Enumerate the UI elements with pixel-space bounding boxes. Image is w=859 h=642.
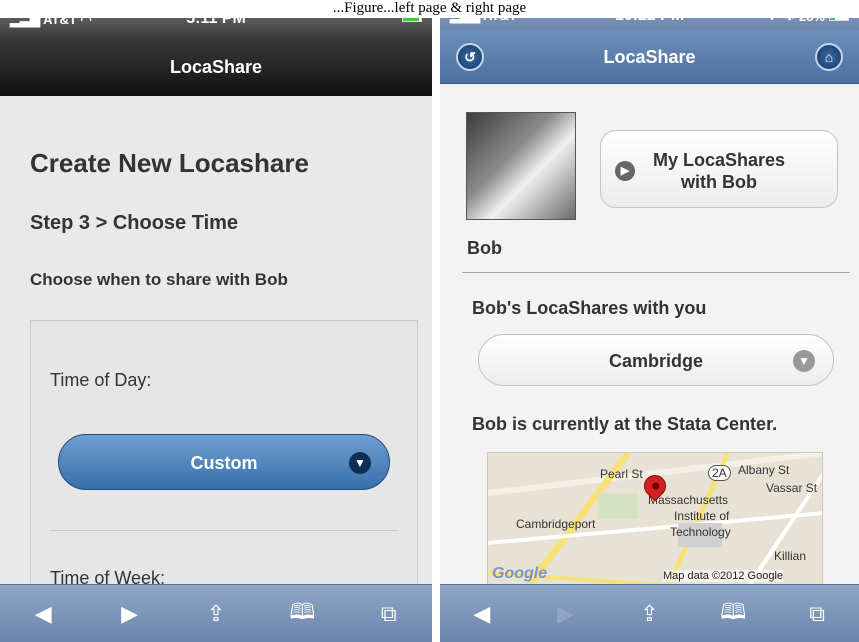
map-copyright: Map data ©2012 Google xyxy=(663,570,784,582)
map-place-label: Technology xyxy=(670,525,731,539)
contact-name: Bob xyxy=(467,238,502,258)
gutter xyxy=(432,0,440,642)
back-icon[interactable]: ◀ xyxy=(23,601,63,627)
share-icon[interactable]: ⇪ xyxy=(629,601,669,627)
time-of-day-value: Custom xyxy=(190,453,258,473)
back-icon[interactable]: ↺ xyxy=(456,43,484,71)
nav-header: LocaShare xyxy=(0,38,432,96)
nav-title: LocaShare xyxy=(169,57,263,77)
map-place-label: Killian xyxy=(774,549,807,563)
divider xyxy=(462,272,850,273)
instruction-text: Choose when to share with Bob xyxy=(30,270,288,289)
route-badge: 2A xyxy=(708,465,731,481)
time-of-day-select[interactable]: Custom ▼ xyxy=(58,434,390,490)
google-logo: Google xyxy=(492,565,548,582)
nav-title: LocaShare xyxy=(603,47,696,67)
divider xyxy=(50,530,398,531)
map-place-label: Cambridgeport xyxy=(516,517,596,531)
avatar xyxy=(466,112,576,220)
current-location-text: Bob is currently at the Stata Center. xyxy=(472,414,778,434)
locashare-select-value: Cambridge xyxy=(608,351,704,371)
back-icon[interactable]: ◀ xyxy=(462,601,502,627)
chevron-down-icon: ▼ xyxy=(793,350,815,372)
forward-icon[interactable]: ▶ xyxy=(110,601,150,627)
location-map[interactable]: Pearl St Albany St Vassar St 2A Massachu… xyxy=(487,452,823,586)
my-locashares-button[interactable]: ▶ My LocaShares with Bob xyxy=(600,130,838,208)
locashare-select[interactable]: Cambridge ▼ xyxy=(478,334,834,386)
bookmarks-icon[interactable]: 🕮 xyxy=(713,595,753,633)
map-street-label: Pearl St xyxy=(600,467,643,481)
nav-header: ↺ LocaShare ⌂ xyxy=(440,30,859,84)
chevron-right-icon: ▶ xyxy=(615,161,635,181)
map-street-label: Vassar St xyxy=(766,481,818,495)
chevron-down-icon: ▼ xyxy=(349,452,371,474)
figure-caption: ...Figure...left page & right page xyxy=(0,0,859,18)
step-title: Step 3 > Choose Time xyxy=(30,212,239,234)
bookmarks-icon[interactable]: 🕮 xyxy=(282,595,322,633)
time-of-day-label: Time of Day: xyxy=(50,370,152,390)
share-icon[interactable]: ⇪ xyxy=(196,601,236,627)
browser-toolbar-right: ◀ ▶ ⇪ 🕮 ⧉ xyxy=(440,584,859,642)
map-street-label: Albany St xyxy=(738,463,790,477)
forward-icon: ▶ xyxy=(557,600,575,626)
tabs-icon[interactable]: ⧉ xyxy=(797,601,837,627)
home-icon[interactable]: ⌂ xyxy=(815,43,843,71)
tabs-icon[interactable]: ⧉ xyxy=(369,601,409,627)
map-place-label: Institute of xyxy=(674,509,730,523)
browser-toolbar-left: ◀ ▶ ⇪ 🕮 ⧉ xyxy=(0,584,432,642)
page-title: Create New Locashare xyxy=(30,148,309,178)
shares-title: Bob's LocaShares with you xyxy=(472,298,707,318)
